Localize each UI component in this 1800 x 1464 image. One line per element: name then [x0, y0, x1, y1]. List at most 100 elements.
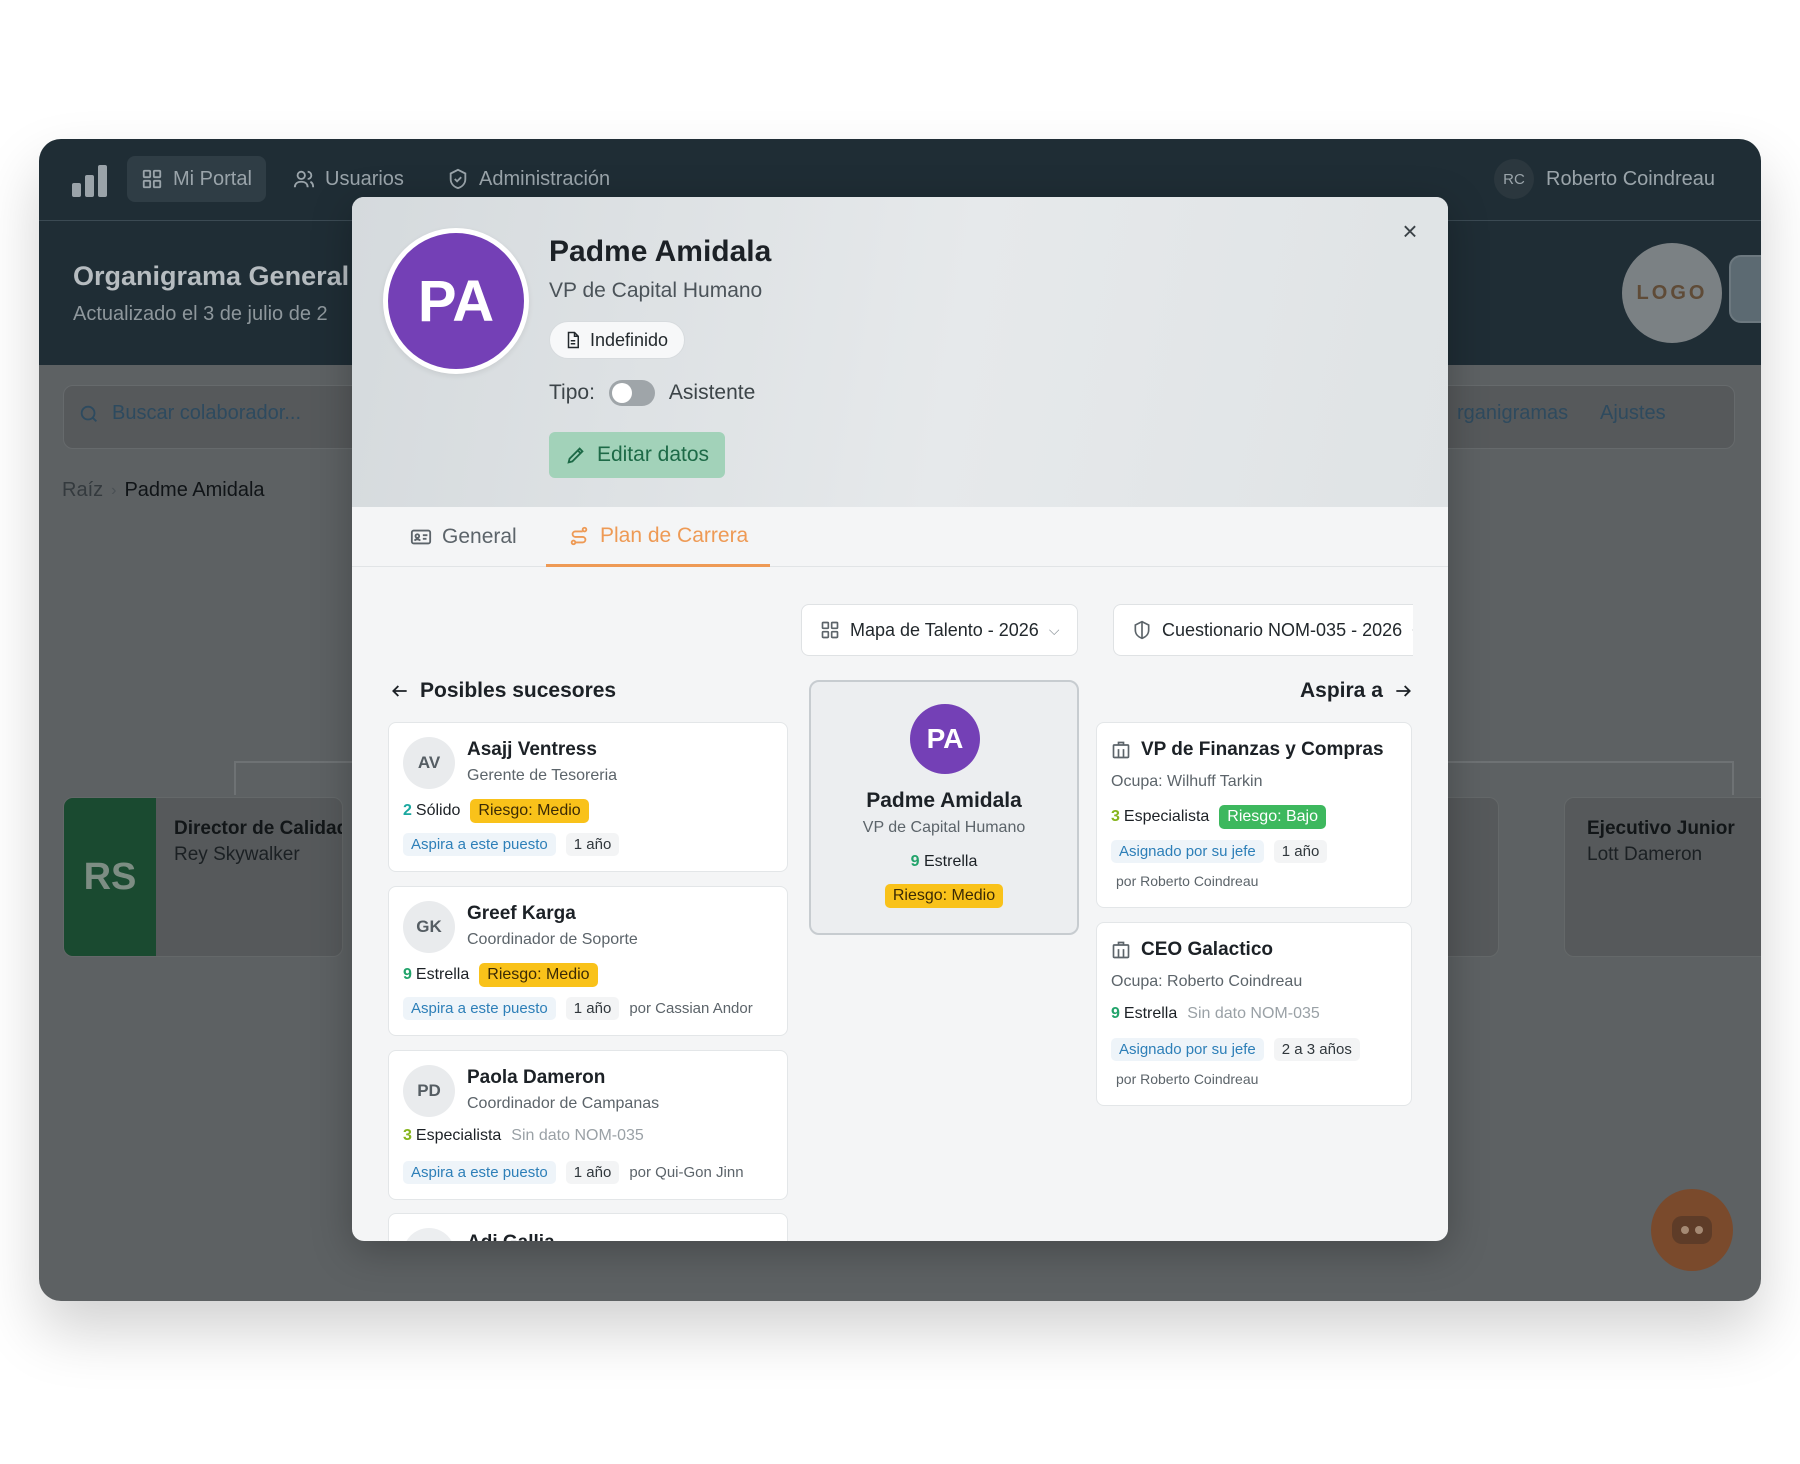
breadcrumb-current: Padme Amidala: [124, 479, 265, 501]
header-side-button[interactable]: [1729, 255, 1761, 323]
org-card-partial[interactable]: [1439, 797, 1499, 957]
nav-mi-portal-label: Mi Portal: [173, 167, 252, 190]
organigramas-button[interactable]: rganigramas: [1457, 402, 1568, 425]
building-icon: [1112, 741, 1130, 759]
successor-role: Gerente de Tesoreria: [467, 767, 618, 784]
center-risk-row: Riesgo: Medio: [811, 884, 1077, 908]
successor-card[interactable]: GK Greef Karga Coordinador de Soporte 9 …: [388, 886, 788, 1036]
no-data-label: Sin dato NOM-035: [1187, 1005, 1320, 1022]
breadcrumb: Raíz › Padme Amidala: [62, 479, 265, 502]
successor-talent-row: 9 Estrella Riesgo: Medio: [403, 963, 598, 987]
org-card-rey-skywalker[interactable]: RS Director de Calidad Rey Skywalker: [63, 797, 343, 957]
org-card-avatar: RS: [64, 798, 156, 956]
talent-level-number: 3: [1111, 808, 1120, 825]
close-icon[interactable]: ×: [1398, 218, 1422, 244]
successor-name: Adi Gallia: [467, 1232, 555, 1241]
page-subtitle: Actualizado el 3 de julio de 2: [73, 303, 328, 325]
aspiration-position: CEO Galactico: [1141, 939, 1273, 960]
grid-icon: [821, 621, 839, 639]
time-tag: 1 año: [1273, 840, 1328, 863]
chevron-down-icon: ⌵: [1412, 622, 1413, 639]
time-tag: 1 año: [565, 1161, 620, 1184]
chat-bot-button[interactable]: [1651, 1189, 1733, 1271]
successor-tags-row: Aspira a este puesto 1 año: [403, 833, 620, 856]
talent-map-value: Mapa de Talento - 2026: [850, 619, 1039, 640]
successor-tags-row: Aspira a este puesto 1 año por Qui-Gon J…: [403, 1161, 744, 1184]
organigramas-label: rganigramas: [1457, 402, 1569, 424]
chevron-down-icon: ⌵: [1048, 621, 1060, 638]
employee-avatar: PA: [383, 228, 529, 374]
aspiration-tags-row: Asignado por su jefe 1 año: [1111, 840, 1328, 863]
nav-administracion[interactable]: Administración: [433, 156, 624, 202]
successors-title: Posibles sucesores: [420, 679, 617, 702]
employee-name: Padme Amidala: [549, 235, 772, 268]
tab-general[interactable]: General: [410, 507, 517, 567]
asistente-toggle[interactable]: [608, 380, 655, 406]
risk-badge: Riesgo: Medio: [479, 963, 598, 987]
user-menu[interactable]: RC Roberto Coindreau: [1494, 159, 1715, 199]
user-name: Roberto Coindreau: [1546, 167, 1715, 190]
org-card-name: Rey Skywalker: [174, 844, 300, 865]
successor-tags-row: Aspira a este puesto 1 año por Cassian A…: [403, 997, 753, 1020]
current-employee-card: PA Padme Amidala VP de Capital Humano 9 …: [809, 680, 1079, 935]
successor-card[interactable]: Adi Gallia: [388, 1213, 788, 1241]
arrow-left-icon: [392, 685, 407, 697]
edit-data-button[interactable]: Editar datos: [549, 432, 725, 478]
nav-administracion-label: Administración: [479, 167, 611, 190]
talent-level-label: Estrella: [1123, 1005, 1178, 1022]
risk-badge: Riesgo: Medio: [470, 799, 589, 823]
successor-name: Asajj Ventress: [467, 739, 597, 760]
aspiration-position: VP de Finanzas y Compras: [1141, 739, 1384, 760]
aspiration-talent-row: 9 Estrella Sin dato NOM-035: [1111, 1005, 1320, 1023]
contract-label: Indefinido: [590, 329, 669, 350]
tipo-row: Tipo: Asistente: [549, 380, 755, 406]
org-card-role: Director de Calidad: [174, 818, 343, 839]
tab-plan-de-carrera-label: Plan de Carrera: [600, 523, 749, 547]
tab-plan-de-carrera[interactable]: Plan de Carrera: [546, 507, 771, 567]
successor-card[interactable]: PD Paola Dameron Coordinador de Campanas…: [388, 1050, 788, 1200]
aspiration-tag: Aspira a este puesto: [403, 833, 556, 856]
risk-badge: Riesgo: Bajo: [1219, 805, 1326, 829]
org-card-name: Lott Dameron: [1587, 844, 1703, 865]
contract-badge: Indefinido: [549, 321, 686, 359]
nav-mi-portal[interactable]: Mi Portal: [127, 156, 266, 202]
assignment-tag: Asignado por su jefe: [1111, 1038, 1264, 1061]
aspiration-tags-row: Asignado por su jefe 2 a 3 años: [1111, 1038, 1360, 1061]
search-placeholder: Buscar colaborador...: [112, 402, 301, 424]
search-input[interactable]: Buscar colaborador...: [78, 402, 301, 425]
building-icon: [1112, 941, 1130, 959]
successor-talent-row: 3 Especialista Sin dato NOM-035: [403, 1127, 644, 1145]
talent-map-dropdown[interactable]: Mapa de Talento - 2026 ⌵: [801, 604, 1079, 656]
questionnaire-dropdown[interactable]: Cuestionario NOM-035 - 2026 ⌵: [1113, 604, 1413, 656]
breadcrumb-root[interactable]: Raíz: [62, 479, 103, 502]
aspiration-title-row: VP de Finanzas y Compras: [1111, 739, 1384, 761]
ajustes-button[interactable]: Ajustes: [1590, 402, 1666, 425]
modal-header: PA Padme Amidala VP de Capital Humano In…: [352, 197, 1448, 507]
aspiration-card[interactable]: CEO Galactico Ocupa: Roberto Coindreau 9…: [1096, 922, 1412, 1106]
aspiration-title-row: CEO Galactico: [1111, 939, 1273, 961]
position-occupant: Ocupa: Roberto Coindreau: [1111, 973, 1303, 990]
center-role: VP de Capital Humano: [862, 819, 1026, 836]
talent-level-label: Sólido: [415, 802, 461, 819]
aspiration-card[interactable]: VP de Finanzas y Compras Ocupa: Wilhuff …: [1096, 722, 1412, 908]
assigned-by: por Cassian Andor: [629, 1000, 753, 1017]
document-icon: [567, 331, 579, 349]
talent-level-label: Especialista: [415, 1127, 502, 1144]
brand-logo-icon[interactable]: [72, 165, 110, 197]
talent-level-number: 9: [910, 853, 920, 870]
nav-usuarios[interactable]: Usuarios: [279, 156, 418, 202]
org-card-role: Ejecutivo Junior: [1587, 818, 1735, 839]
ajustes-label: Ajustes: [1600, 402, 1666, 424]
questionnaire-value: Cuestionario NOM-035 - 2026: [1162, 619, 1403, 640]
talent-level-number: 2: [403, 802, 412, 819]
successor-role: Coordinador de Soporte: [467, 931, 638, 948]
successor-card[interactable]: AV Asajj Ventress Gerente de Tesoreria 2…: [388, 722, 788, 872]
org-card-lott-dameron[interactable]: Ejecutivo Junior Lott Dameron: [1564, 797, 1761, 957]
tipo-value: Asistente: [668, 381, 756, 404]
successor-talent-row: 2 Sólido Riesgo: Medio: [403, 799, 589, 823]
avatar: PD: [403, 1065, 455, 1117]
talent-level-label: Estrella: [924, 853, 978, 870]
aspires-title: Aspira a: [1300, 679, 1383, 702]
page-title: Organigrama General: [73, 261, 350, 291]
assigned-by: por Roberto Coindreau: [1116, 873, 1259, 889]
